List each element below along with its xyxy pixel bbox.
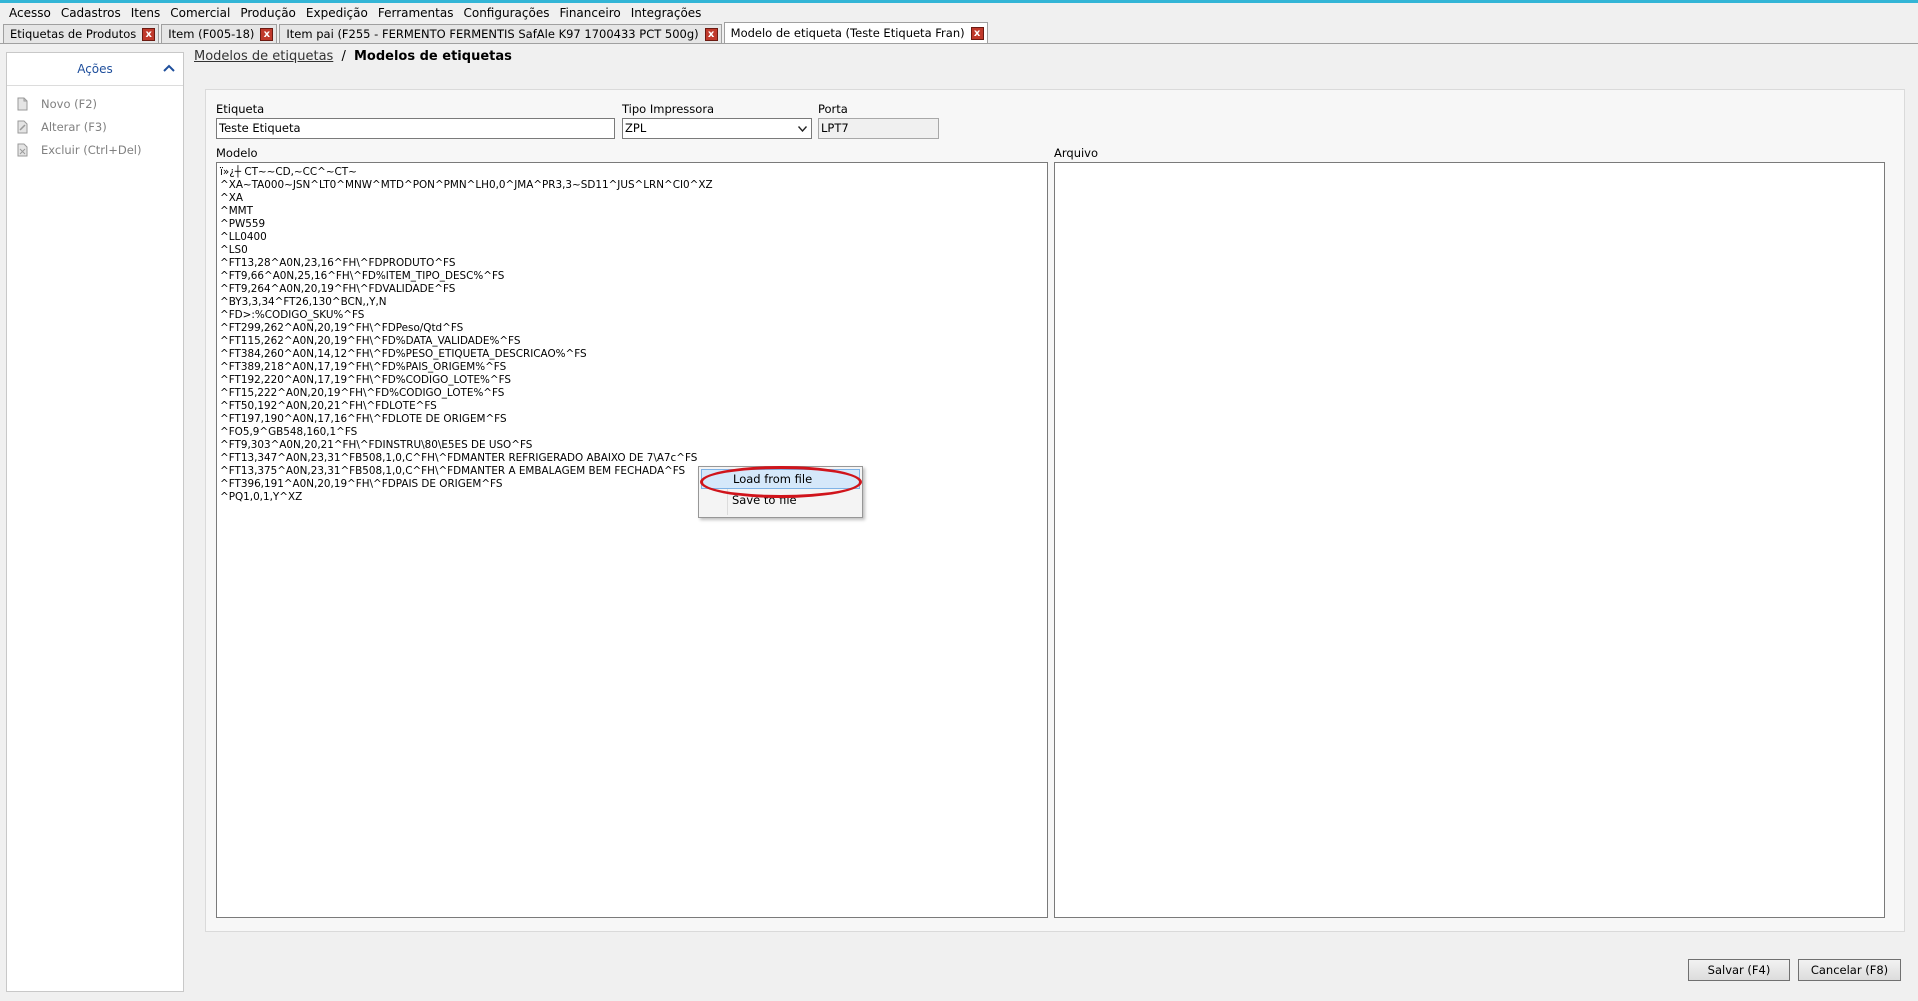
close-icon[interactable]: x	[970, 26, 984, 40]
breadcrumb-separator: /	[341, 49, 346, 64]
delete-document-icon	[15, 143, 29, 157]
modelo-label: Modelo	[216, 146, 258, 160]
menu-comercial[interactable]: Comercial	[165, 4, 235, 22]
menu-item-save-to-file[interactable]: Save to file	[701, 491, 860, 511]
action-label: Alterar (F3)	[41, 120, 107, 134]
tab-label: Item pai (F255 - FERMENTO FERMENTIS SafA…	[286, 27, 699, 41]
new-document-icon	[15, 97, 29, 111]
close-icon[interactable]: x	[142, 27, 156, 41]
tipo-impressora-select[interactable]: ZPL	[622, 118, 812, 139]
document-tab-bar: Etiquetas de Produtos x Item (F005-18) x…	[0, 22, 1918, 44]
menu-integracoes[interactable]: Integrações	[626, 4, 707, 22]
tipo-impressora-value: ZPL	[625, 121, 647, 135]
porta-label: Porta	[818, 102, 848, 116]
porta-input: LPT7	[818, 118, 939, 139]
actions-panel: Ações Novo (F2) Alterar (F3) Excluir (Ct…	[6, 52, 184, 992]
menu-expedicao[interactable]: Expedição	[301, 4, 373, 22]
breadcrumb-current: Modelos de etiquetas	[353, 49, 512, 64]
menu-itens[interactable]: Itens	[126, 4, 165, 22]
tab-label: Etiquetas de Produtos	[10, 27, 137, 41]
breadcrumb-link[interactable]: Modelos de etiquetas	[194, 49, 333, 64]
tab-label: Modelo de etiqueta (Teste Etiqueta Fran)	[730, 26, 965, 40]
etiqueta-label: Etiqueta	[216, 102, 265, 116]
tipo-impressora-label: Tipo Impressora	[622, 102, 715, 116]
close-icon[interactable]: x	[704, 27, 718, 41]
action-excluir[interactable]: Excluir (Ctrl+Del)	[7, 139, 183, 161]
modelo-content: ï»¿┼ CT~~CD,~CC^~CT~ ^XA~TA000~JSN^LT0^M…	[220, 166, 713, 503]
tab-modelo-de-etiqueta[interactable]: Modelo de etiqueta (Teste Etiqueta Fran)…	[723, 22, 988, 43]
action-label: Excluir (Ctrl+Del)	[41, 143, 142, 157]
menu-acesso[interactable]: Acesso	[4, 4, 56, 22]
cancel-button[interactable]: Cancelar (F8)	[1798, 959, 1901, 981]
action-novo[interactable]: Novo (F2)	[7, 93, 183, 115]
menu-financeiro[interactable]: Financeiro	[554, 4, 625, 22]
menu-item-load-from-file[interactable]: Load from file	[701, 469, 860, 489]
tab-etiquetas-de-produtos[interactable]: Etiquetas de Produtos x	[3, 24, 160, 43]
action-alterar[interactable]: Alterar (F3)	[7, 116, 183, 138]
chevron-down-icon[interactable]	[795, 119, 809, 138]
context-menu: Load from file Save to file	[698, 466, 863, 518]
actions-header[interactable]: Ações	[7, 53, 183, 86]
tab-item-pai[interactable]: Item pai (F255 - FERMENTO FERMENTIS SafA…	[279, 24, 722, 43]
edit-document-icon	[15, 120, 29, 134]
arquivo-content	[1055, 163, 1884, 166]
close-icon[interactable]: x	[260, 27, 274, 41]
menu-producao[interactable]: Produção	[235, 4, 301, 22]
label-model-form: Etiqueta Teste Etiqueta Tipo Impressora …	[205, 89, 1905, 932]
modelo-textarea[interactable]: ï»¿┼ CT~~CD,~CC^~CT~ ^XA~TA000~JSN^LT0^M…	[216, 162, 1048, 918]
arquivo-label: Arquivo	[1054, 146, 1099, 160]
tab-label: Item (F005-18)	[168, 27, 255, 41]
menu-bar: Acesso Cadastros Itens Comercial Produçã…	[0, 3, 1918, 23]
arquivo-textarea[interactable]	[1054, 162, 1885, 918]
actions-title: Ações	[77, 62, 113, 76]
breadcrumb: Modelos de etiquetas / Modelos de etique…	[194, 49, 512, 64]
tab-item[interactable]: Item (F005-18) x	[161, 24, 278, 43]
save-button[interactable]: Salvar (F4)	[1688, 959, 1790, 981]
chevron-up-icon[interactable]	[163, 62, 175, 76]
menu-cadastros[interactable]: Cadastros	[56, 4, 126, 22]
menu-configuracoes[interactable]: Configurações	[458, 4, 554, 22]
action-label: Novo (F2)	[41, 97, 98, 111]
menu-ferramentas[interactable]: Ferramentas	[373, 4, 459, 22]
etiqueta-input[interactable]: Teste Etiqueta	[216, 118, 615, 139]
